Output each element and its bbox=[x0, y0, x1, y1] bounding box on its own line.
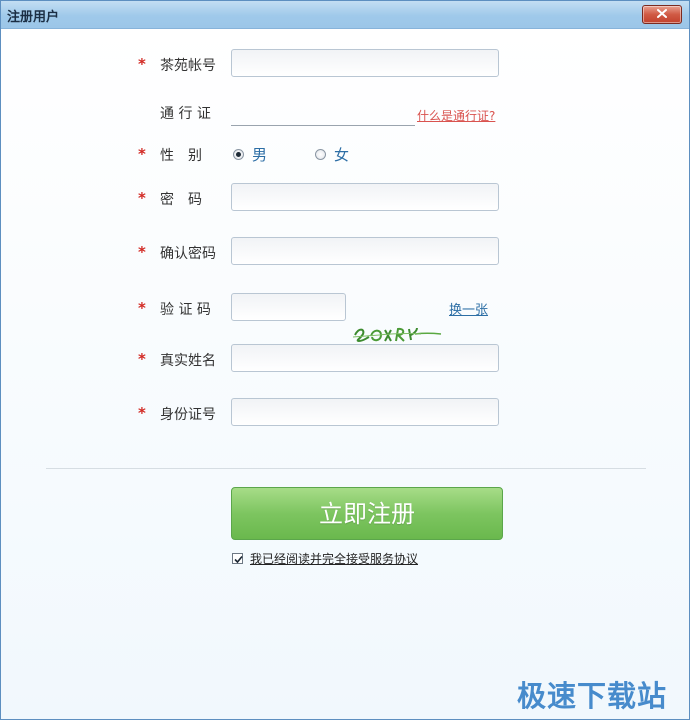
agreement-checkbox[interactable] bbox=[232, 553, 243, 564]
register-button[interactable]: 立即注册 bbox=[231, 487, 503, 540]
account-input[interactable] bbox=[231, 49, 499, 77]
row-captcha: * 验 证 码 换一张 bbox=[1, 293, 689, 323]
form-area: * 茶苑帐号 通 行 证 什么是通行证? * 性 别 男 女 * 密 码 * 确… bbox=[1, 29, 689, 719]
password-label: 密 码 bbox=[160, 192, 202, 208]
divider bbox=[46, 468, 646, 469]
required-mark: * bbox=[138, 243, 146, 261]
row-gender: * 性 别 男 女 bbox=[1, 143, 689, 173]
account-label: 茶苑帐号 bbox=[160, 58, 216, 74]
register-window: 注册用户 * 茶苑帐号 通 行 证 什么是通行证? * 性 别 男 女 * 密 … bbox=[0, 0, 690, 720]
captcha-refresh-link[interactable]: 换一张 bbox=[449, 299, 488, 318]
agreement-row: 我已经阅读并完全接受服务协议 bbox=[232, 550, 418, 567]
password-input[interactable] bbox=[231, 183, 499, 211]
close-button[interactable] bbox=[642, 5, 682, 24]
passport-input[interactable] bbox=[231, 99, 415, 126]
required-mark: * bbox=[138, 350, 146, 368]
captcha-input[interactable] bbox=[231, 293, 346, 321]
row-password: * 密 码 bbox=[1, 183, 689, 213]
radio-female[interactable] bbox=[315, 149, 326, 160]
radio-female-label: 女 bbox=[334, 146, 350, 164]
gender-option-male[interactable]: 男 bbox=[233, 144, 267, 165]
row-real-name: * 真实姓名 bbox=[1, 344, 689, 374]
checkmark-icon bbox=[234, 555, 243, 564]
agreement-link[interactable]: 我已经阅读并完全接受服务协议 bbox=[250, 550, 418, 567]
radio-male[interactable] bbox=[233, 149, 244, 160]
required-mark: * bbox=[138, 55, 146, 73]
required-mark: * bbox=[138, 145, 146, 163]
row-id-number: * 身份证号 bbox=[1, 398, 689, 428]
confirm-password-label: 确认密码 bbox=[160, 246, 216, 262]
title-bar[interactable]: 注册用户 bbox=[1, 1, 689, 29]
required-mark: * bbox=[138, 404, 146, 422]
gender-label: 性 别 bbox=[160, 148, 202, 164]
radio-male-label: 男 bbox=[252, 146, 268, 164]
row-passport: 通 行 证 什么是通行证? bbox=[1, 99, 689, 129]
required-mark: * bbox=[138, 299, 146, 317]
passport-help-link[interactable]: 什么是通行证? bbox=[417, 107, 495, 124]
row-confirm-password: * 确认密码 bbox=[1, 237, 689, 267]
real-name-label: 真实姓名 bbox=[160, 353, 216, 369]
watermark-logo: 极速下载站 bbox=[517, 679, 668, 713]
real-name-input[interactable] bbox=[231, 344, 499, 372]
confirm-password-input[interactable] bbox=[231, 237, 499, 265]
captcha-label: 验 证 码 bbox=[160, 302, 211, 318]
id-number-input[interactable] bbox=[231, 398, 499, 426]
gender-option-female[interactable]: 女 bbox=[315, 144, 349, 165]
required-mark: * bbox=[138, 189, 146, 207]
window-title: 注册用户 bbox=[7, 10, 60, 25]
id-number-label: 身份证号 bbox=[160, 407, 216, 423]
row-account: * 茶苑帐号 bbox=[1, 49, 689, 79]
passport-label: 通 行 证 bbox=[160, 106, 211, 122]
close-icon bbox=[657, 9, 667, 18]
